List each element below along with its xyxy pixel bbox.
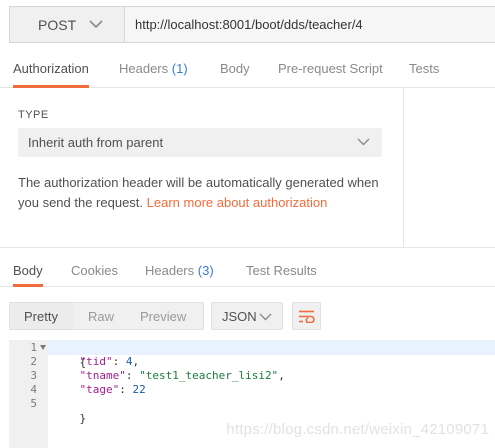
json-comma: , — [132, 355, 140, 368]
auth-type-value: Inherit auth from parent — [28, 135, 164, 150]
auth-type-select[interactable]: Inherit auth from parent — [18, 128, 382, 157]
tab-label: Cookies — [71, 263, 118, 278]
pretty-button[interactable]: Pretty — [10, 303, 73, 329]
tab-response-body[interactable]: Body — [13, 255, 43, 287]
tab-count: (3) — [197, 263, 214, 278]
watermark: https://blog.csdn.net/weixin_42109071 — [226, 421, 489, 438]
active-line-highlight — [48, 340, 495, 355]
code-line: "tage": 22 — [79, 383, 146, 396]
tab-response-headers[interactable]: Headers (3) — [145, 255, 214, 287]
tab-headers[interactable]: Headers (1) — [119, 52, 188, 88]
json-comma: , — [278, 369, 285, 382]
line-number: 4 — [30, 383, 37, 396]
tab-pre-request-script[interactable]: Pre-request Script — [278, 52, 383, 88]
json-key: "tage" — [79, 383, 120, 396]
chevron-down-icon — [259, 313, 272, 321]
json-brace: } — [79, 412, 87, 425]
tab-label: Headers — [119, 61, 169, 76]
tab-label: Authorization — [13, 61, 89, 76]
tab-cookies[interactable]: Cookies — [71, 255, 118, 287]
tab-authorization[interactable]: Authorization — [13, 52, 89, 88]
wrap-lines-button[interactable] — [292, 302, 321, 330]
chevron-down-icon — [89, 20, 103, 29]
raw-button[interactable]: Raw — [73, 303, 133, 329]
tab-test-results[interactable]: Test Results — [246, 255, 317, 287]
authorization-panel: TYPE Inherit auth from parent The author… — [0, 88, 495, 248]
panel-divider — [403, 88, 404, 247]
wrap-lines-icon — [299, 310, 315, 323]
json-key: "tname" — [79, 369, 126, 382]
tab-count: (1) — [171, 61, 188, 76]
view-mode-group: Pretty Raw Preview — [9, 302, 204, 330]
method-label: POST — [38, 16, 77, 33]
json-key: "tid" — [79, 355, 113, 368]
tab-label: Body — [220, 61, 250, 76]
tab-label: Body — [13, 263, 43, 278]
line-number: 1 — [30, 341, 37, 354]
learn-more-link[interactable]: Learn more about authorization — [147, 195, 328, 210]
line-number: 3 — [30, 369, 37, 382]
code-line: "tname": "test1_teacher_lisi2", — [79, 369, 285, 382]
request-tabs: Authorization Headers (1) Body Pre-reque… — [0, 52, 495, 88]
response-tabs: Body Cookies Headers (3) Test Results — [0, 255, 495, 287]
method-select[interactable]: POST — [10, 7, 125, 42]
auth-description: The authorization header will be automat… — [18, 173, 388, 213]
format-label: JSON — [222, 308, 257, 324]
json-value: 4 — [125, 355, 133, 368]
tab-label: Headers — [145, 263, 195, 278]
request-bar: POST http://localhost:8001/boot/dds/teac… — [9, 6, 495, 43]
auth-type-label: TYPE — [18, 109, 49, 121]
line-number: 2 — [30, 355, 37, 368]
url-input[interactable]: http://localhost:8001/boot/dds/teacher/4 — [125, 7, 495, 42]
preview-button[interactable]: Preview — [133, 303, 203, 329]
tab-body[interactable]: Body — [220, 52, 250, 88]
json-value: "test1_teacher_lisi2" — [139, 369, 279, 382]
chevron-down-icon — [357, 138, 370, 146]
format-select[interactable]: JSON — [211, 302, 283, 330]
tab-label: Test Results — [246, 263, 317, 278]
json-value: 22 — [132, 383, 146, 396]
tab-tests[interactable]: Tests — [409, 52, 439, 88]
code-line: { — [53, 340, 87, 369]
code-line: "tid": 4, — [79, 355, 140, 368]
line-number: 5 — [30, 397, 37, 410]
tab-label: Tests — [409, 61, 440, 76]
fold-arrow-icon[interactable] — [40, 345, 46, 350]
code-line: } — [53, 396, 87, 425]
tab-label: Pre-request Script — [278, 61, 383, 76]
